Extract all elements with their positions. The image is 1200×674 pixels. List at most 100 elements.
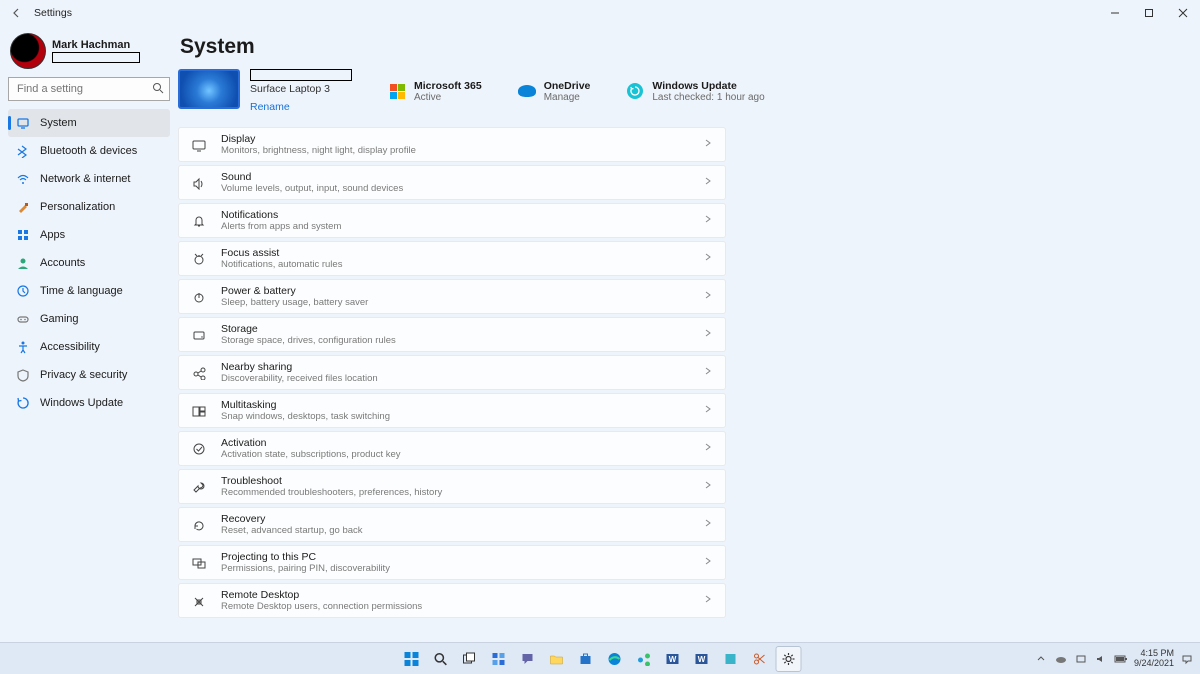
card-title: Activation: [221, 437, 703, 449]
scissors-icon: [753, 652, 767, 666]
setting-card-multitasking[interactable]: MultitaskingSnap windows, desktops, task…: [178, 393, 726, 428]
notifications-icon: [191, 213, 207, 229]
sidebar-item-accounts[interactable]: Accounts: [8, 249, 170, 277]
status-windows-update[interactable]: Windows UpdateLast checked: 1 hour ago: [626, 80, 764, 103]
setting-card-sound[interactable]: SoundVolume levels, output, input, sound…: [178, 165, 726, 200]
minimize-button[interactable]: [1098, 0, 1132, 25]
chevron-right-icon: [703, 366, 713, 379]
card-sub: Permissions, pairing PIN, discoverabilit…: [221, 563, 703, 574]
word-icon: W: [695, 652, 709, 666]
taskbar-settings[interactable]: [776, 646, 802, 672]
card-title: Display: [221, 133, 703, 145]
window-controls: [1098, 0, 1200, 25]
page-title: System: [180, 35, 1200, 59]
privacy-icon: [16, 368, 30, 382]
setting-card-activation[interactable]: ActivationActivation state, subscription…: [178, 431, 726, 466]
sidebar-item-accessibility[interactable]: Accessibility: [8, 333, 170, 361]
chevron-right-icon: [703, 480, 713, 493]
sidebar-item-apps[interactable]: Apps: [8, 221, 170, 249]
taskbar-search[interactable]: [428, 646, 454, 672]
recovery-icon: [191, 517, 207, 533]
microsoft-365-icon: [388, 82, 406, 100]
start-button[interactable]: [399, 646, 425, 672]
sidebar-item-windows-update[interactable]: Windows Update: [8, 389, 170, 417]
sidebar-item-label: Privacy & security: [40, 369, 127, 381]
tray-network-icon[interactable]: [1074, 652, 1088, 666]
sidebar-item-privacy-security[interactable]: Privacy & security: [8, 361, 170, 389]
card-title: Multitasking: [221, 399, 703, 411]
sharing-icon: [191, 365, 207, 381]
taskbar-explorer[interactable]: [544, 646, 570, 672]
project-icon: [191, 555, 207, 571]
setting-card-power-battery[interactable]: Power & batterySleep, battery usage, bat…: [178, 279, 726, 314]
widgets[interactable]: [486, 646, 512, 672]
app-icon: [724, 652, 738, 666]
activation-icon: [191, 441, 207, 457]
tray-onedrive-icon[interactable]: [1054, 652, 1068, 666]
status-m365[interactable]: Microsoft 365Active: [388, 80, 482, 103]
taskbar-chat[interactable]: [515, 646, 541, 672]
taskbar-app-1[interactable]: [718, 646, 744, 672]
sidebar-item-time-language[interactable]: Time & language: [8, 277, 170, 305]
back-button[interactable]: [8, 4, 26, 22]
share-icon: [637, 652, 651, 666]
taskbar-edge[interactable]: [602, 646, 628, 672]
arrow-left-icon: [11, 7, 23, 19]
profile-email-redacted: [52, 52, 140, 63]
task-view[interactable]: [457, 646, 483, 672]
onedrive-icon: [518, 82, 536, 100]
card-sub: Reset, advanced startup, go back: [221, 525, 703, 536]
widgets-icon: [492, 652, 506, 666]
tray-battery-icon[interactable]: [1114, 652, 1128, 666]
taskbar-word-1[interactable]: W: [660, 646, 686, 672]
setting-card-storage[interactable]: StorageStorage space, drives, configurat…: [178, 317, 726, 352]
sound-icon: [191, 175, 207, 191]
card-sub: Storage space, drives, configuration rul…: [221, 335, 703, 346]
rename-link[interactable]: Rename: [250, 101, 290, 113]
system-icon: [16, 116, 30, 130]
close-button[interactable]: [1166, 0, 1200, 25]
chevron-right-icon: [703, 556, 713, 569]
device-name-redacted: [250, 69, 352, 81]
setting-card-nearby-sharing[interactable]: Nearby sharingDiscoverability, received …: [178, 355, 726, 390]
power-icon: [191, 289, 207, 305]
sidebar-item-personalization[interactable]: Personalization: [8, 193, 170, 221]
window-title: Settings: [34, 7, 72, 19]
taskbar-share[interactable]: [631, 646, 657, 672]
maximize-button[interactable]: [1132, 0, 1166, 25]
taskbar-date: 9/24/2021: [1134, 659, 1174, 669]
sidebar-item-bluetooth-devices[interactable]: Bluetooth & devices: [8, 137, 170, 165]
setting-card-remote-desktop[interactable]: Remote DesktopRemote Desktop users, conn…: [178, 583, 726, 618]
sidebar-item-network-internet[interactable]: Network & internet: [8, 165, 170, 193]
taskbar-store[interactable]: [573, 646, 599, 672]
sidebar-item-label: System: [40, 117, 77, 129]
status-onedrive-sub: Manage: [544, 92, 591, 103]
setting-card-recovery[interactable]: RecoveryReset, advanced startup, go back: [178, 507, 726, 542]
status-onedrive[interactable]: OneDriveManage: [518, 80, 591, 103]
sidebar-item-label: Personalization: [40, 201, 115, 213]
taskbar-word-2[interactable]: W: [689, 646, 715, 672]
card-sub: Volume levels, output, input, sound devi…: [221, 183, 703, 194]
wifi-icon: [16, 172, 30, 186]
setting-card-notifications[interactable]: NotificationsAlerts from apps and system: [178, 203, 726, 238]
sidebar-item-label: Accessibility: [40, 341, 100, 353]
time-icon: [16, 284, 30, 298]
tray-volume-icon[interactable]: [1094, 652, 1108, 666]
search-input[interactable]: [8, 77, 170, 101]
system-hero: Surface Laptop 3 Rename Microsoft 365Act…: [178, 69, 1200, 113]
profile-block[interactable]: Mark Hachman: [10, 33, 168, 69]
chevron-right-icon: [703, 290, 713, 303]
tray-overflow[interactable]: [1034, 652, 1048, 666]
accessibility-icon: [16, 340, 30, 354]
device-wallpaper-thumb[interactable]: [178, 69, 240, 109]
tray-notifications-icon[interactable]: [1180, 652, 1194, 666]
setting-card-projecting-to-this-pc[interactable]: Projecting to this PCPermissions, pairin…: [178, 545, 726, 580]
taskbar-clock[interactable]: 4:15 PM 9/24/2021: [1134, 649, 1174, 669]
sidebar-item-system[interactable]: System: [8, 109, 170, 137]
setting-card-display[interactable]: DisplayMonitors, brightness, night light…: [178, 127, 726, 162]
sidebar-item-gaming[interactable]: Gaming: [8, 305, 170, 333]
setting-card-troubleshoot[interactable]: TroubleshootRecommended troubleshooters,…: [178, 469, 726, 504]
chat-icon: [521, 652, 535, 666]
taskbar-snip[interactable]: [747, 646, 773, 672]
setting-card-focus-assist[interactable]: Focus assistNotifications, automatic rul…: [178, 241, 726, 276]
